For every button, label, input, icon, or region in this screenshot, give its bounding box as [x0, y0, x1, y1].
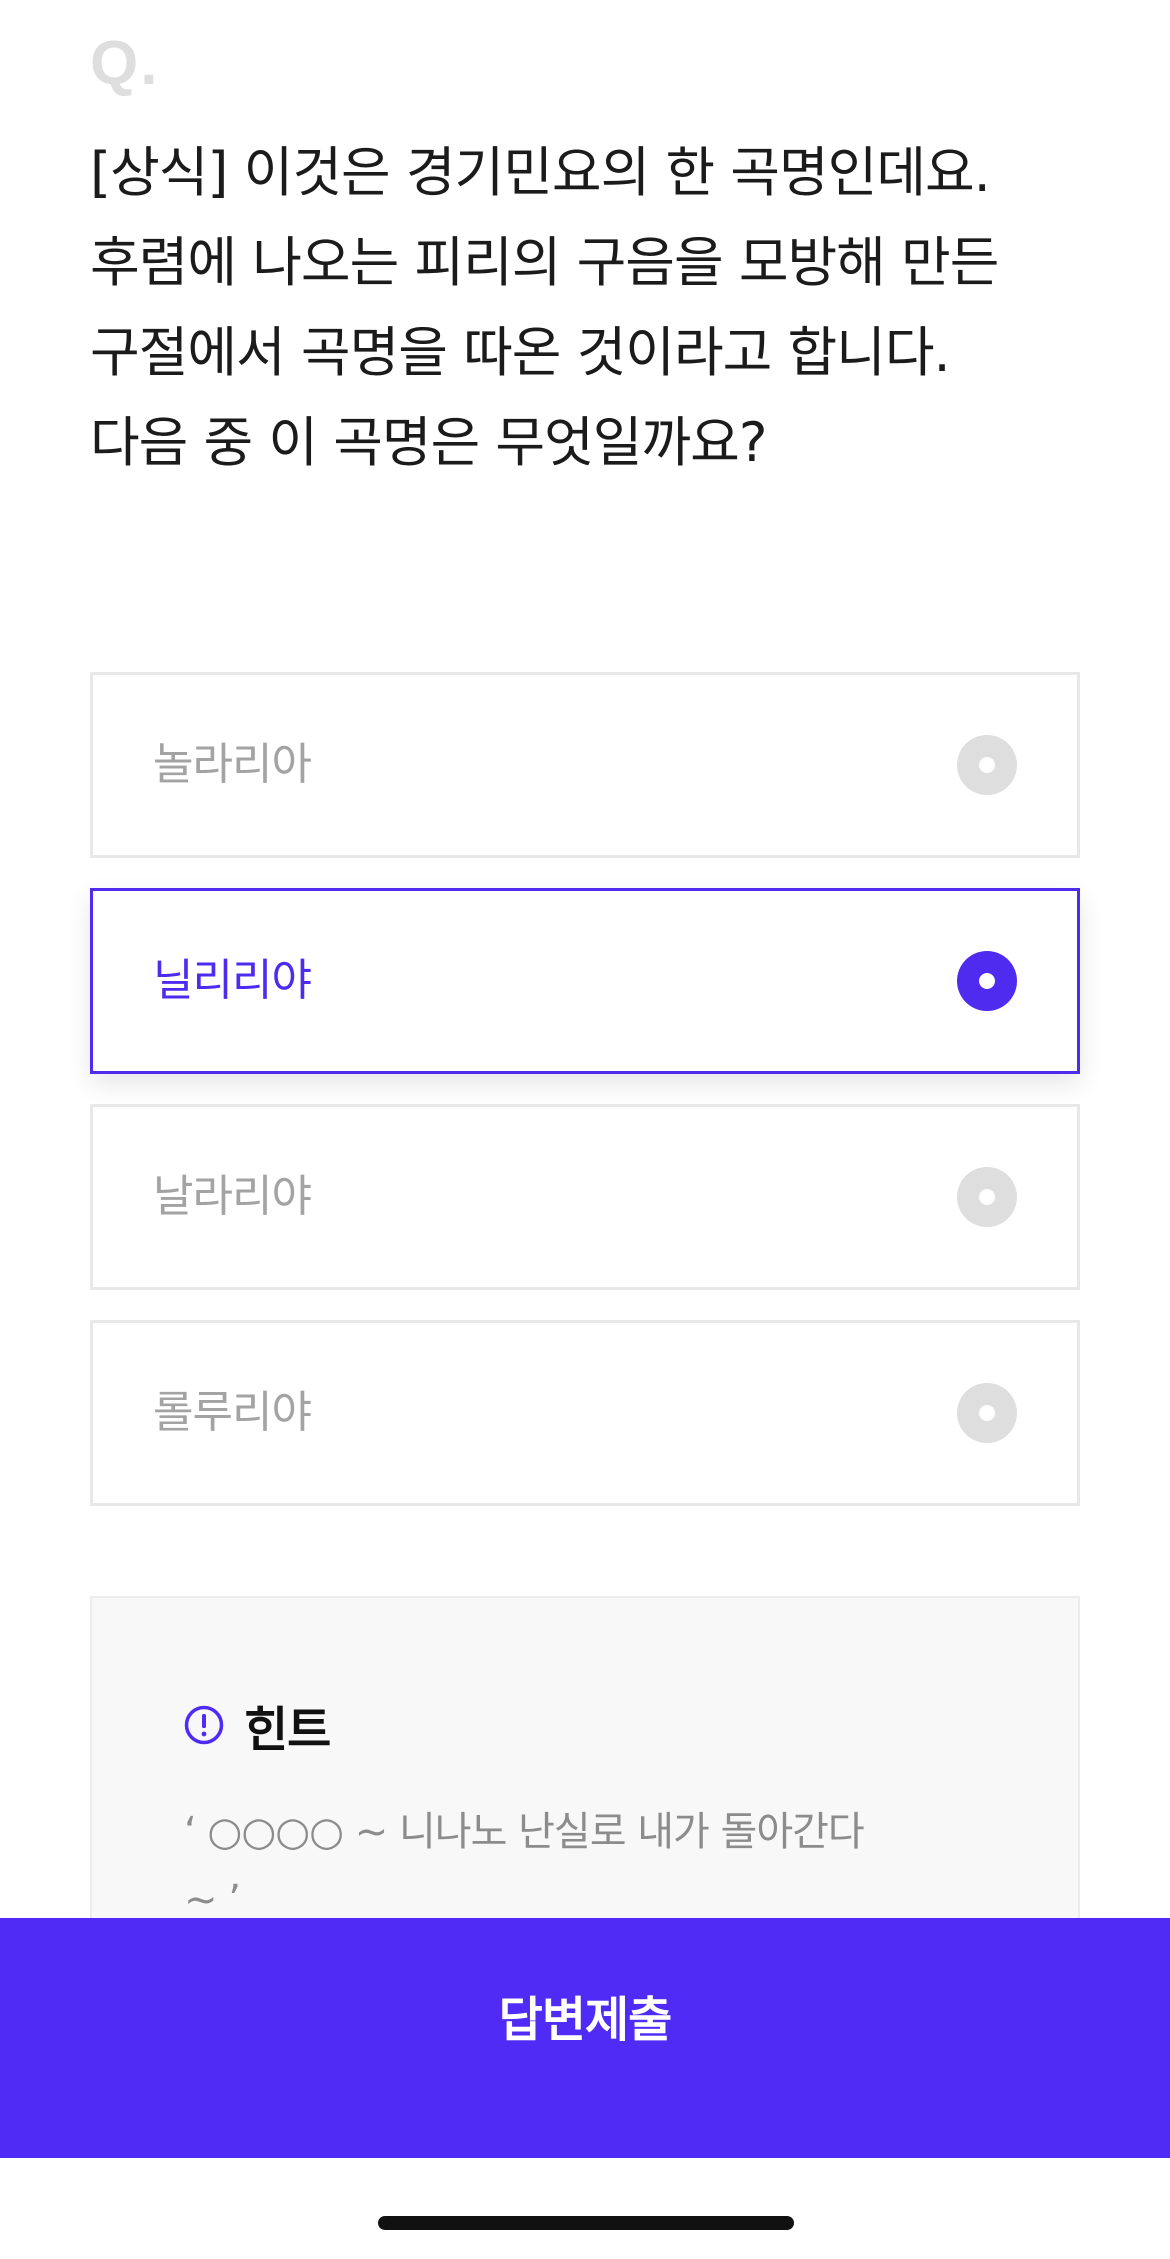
submit-answer-button[interactable]: 답변제출 — [0, 1918, 1170, 2158]
radio-icon[interactable] — [957, 735, 1017, 795]
answer-options: 놀라리아 닐리리야 날라리야 롤루리야 — [90, 672, 1080, 1536]
answer-option-label: 롤루리야 — [153, 1387, 312, 1438]
answer-option-3[interactable]: 날라리야 — [90, 1104, 1080, 1290]
answer-option-2[interactable]: 닐리리야 — [90, 888, 1080, 1074]
answer-option-label: 닐리리야 — [153, 955, 312, 1006]
radio-icon[interactable] — [957, 1383, 1017, 1443]
question-marker: Q. — [90, 29, 160, 98]
home-indicator[interactable] — [378, 2216, 794, 2230]
submit-answer-label: 답변제출 — [498, 1994, 673, 2047]
radio-icon[interactable] — [957, 1167, 1017, 1227]
hint-title: 힌트 — [244, 1702, 331, 1758]
radio-selected-icon[interactable] — [957, 951, 1017, 1011]
answer-option-1[interactable]: 놀라리아 — [90, 672, 1080, 858]
quiz-screen: Q. [상식] 이것은 경기민요의 한 곡명인데요. 후렴에 나오는 피리의 구… — [0, 0, 1170, 2259]
hint-header: 힌트 — [184, 1690, 331, 1760]
hint-text: ‘ ○○○○ ~ 니나노 난실로 내가 돌아간다 ~ ’ — [184, 1809, 865, 1923]
answer-option-label: 놀라리아 — [153, 739, 312, 790]
answer-option-4[interactable]: 롤루리야 — [90, 1320, 1080, 1506]
answer-option-label: 날라리야 — [153, 1171, 312, 1222]
exclamation-circle-icon — [184, 1705, 224, 1745]
question-text: [상식] 이것은 경기민요의 한 곡명인데요. 후렴에 나오는 피리의 구음을 … — [90, 141, 999, 474]
